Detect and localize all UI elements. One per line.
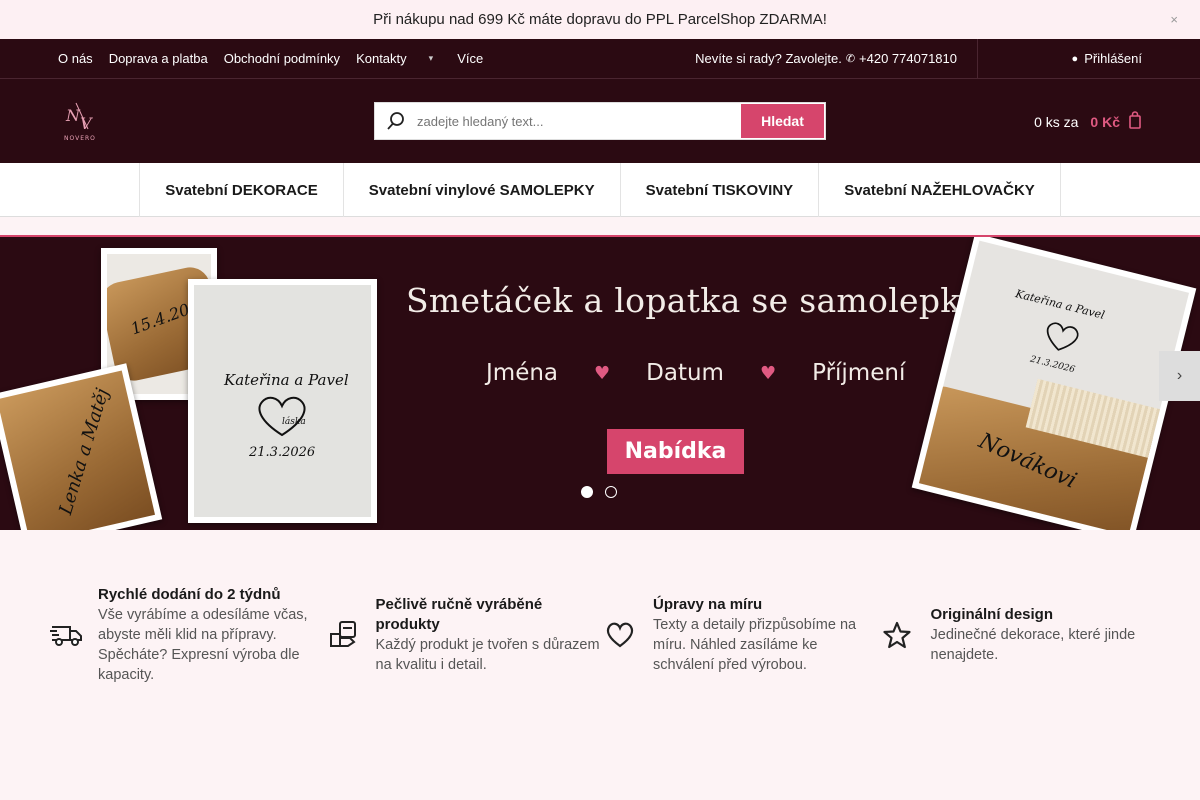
- star-icon: [882, 621, 931, 649]
- svg-text:V: V: [80, 114, 93, 133]
- slider-dot-1[interactable]: [581, 486, 593, 498]
- photo-date2-text: 21.3.2026: [249, 445, 316, 460]
- photo-heart-text: láska: [282, 417, 306, 427]
- search-icon: [375, 111, 417, 131]
- feature-description: Každý produkt je tvořen s důrazem na kva…: [375, 637, 600, 673]
- feature-item: Rychlé dodání do 2 týdnů Vše vyrábíme a …: [50, 585, 328, 685]
- heart-icon: ♥: [759, 362, 777, 384]
- feature-title: Rychlé dodání do 2 týdnů: [98, 586, 281, 603]
- cart[interactable]: 0 ks za 0 Kč: [1034, 111, 1142, 132]
- chevron-down-icon: ▾: [428, 53, 434, 63]
- login-button[interactable]: ● Přihlášení: [977, 38, 1200, 79]
- slider-dots: [581, 486, 617, 498]
- help-text: Nevíte si rady? Zavolejte.: [695, 51, 842, 66]
- user-icon: ●: [1071, 52, 1079, 65]
- photo-brush-dustpan-set: Kateřina a Pavel 21.3.2026 Novákovi: [911, 237, 1197, 530]
- photo-names1-text: Lenka a Matěj: [55, 385, 114, 518]
- promo-bar: Při nákupu nad 699 Kč máte dopravu do PP…: [0, 0, 1200, 39]
- photo-names-text: Kateřina a Pavel: [224, 371, 349, 389]
- login-label: Přihlášení: [1084, 51, 1142, 66]
- more-label: Více: [457, 51, 484, 66]
- tag-names: Jména: [486, 360, 559, 386]
- nav-link-shipping[interactable]: Doprava a platba: [109, 51, 208, 66]
- slider-next-arrow[interactable]: ›: [1159, 351, 1200, 401]
- promo-text: Při nákupu nad 699 Kč máte dopravu do PP…: [373, 11, 827, 28]
- feature-item: Úpravy na míru Texty a detaily přizpůsob…: [605, 585, 883, 685]
- photo-date3-text: 21.3.2026: [1029, 354, 1076, 376]
- search-input[interactable]: [417, 113, 741, 129]
- header: N V NOVERO Hledat 0 ks za 0 Kč: [0, 79, 1200, 163]
- nav-iron-ons[interactable]: Svatební NAŽEHLOVAČKY: [818, 163, 1061, 217]
- truck-icon: [50, 622, 98, 648]
- features-section: Rychlé dodání do 2 týdnů Vše vyrábíme a …: [50, 585, 1160, 685]
- more-menu[interactable]: ▾ Více: [429, 51, 500, 66]
- hero-cta-button[interactable]: Nabídka: [607, 429, 744, 474]
- heart-drawing-small: [1046, 322, 1079, 351]
- cart-icon: [1128, 111, 1142, 132]
- heart-icon: [605, 621, 653, 649]
- feature-description: Texty a detaily přizpůsobíme na míru. Ná…: [653, 617, 857, 673]
- heart-drawing: [258, 396, 306, 437]
- search-bar: Hledat: [374, 102, 826, 140]
- logo-text: NOVERO: [64, 135, 96, 142]
- main-navigation: Svatební DEKORACE Svatební vinylové SAMO…: [0, 163, 1200, 217]
- tag-surname: Příjmení: [812, 360, 906, 386]
- top-navigation: O nás Doprava a platba Obchodní podmínky…: [0, 38, 1200, 79]
- feature-title: Pečlivě ručně vyráběné produkty: [375, 596, 543, 633]
- feature-title: Originální design: [930, 606, 1054, 623]
- heart-icon: ♥: [594, 362, 611, 384]
- feature-item: Pečlivě ručně vyráběné produkty Každý pr…: [328, 585, 606, 685]
- tag-date: Datum: [646, 360, 724, 386]
- search-button[interactable]: Hledat: [741, 104, 824, 138]
- feature-item: Originální design Jedinečné dekorace, kt…: [882, 585, 1161, 685]
- nav-link-about[interactable]: O nás: [58, 51, 93, 66]
- handmade-icon: [328, 620, 376, 650]
- nav-link-terms[interactable]: Obchodní podmínky: [224, 51, 340, 66]
- phone-number: +420 774071810: [859, 51, 957, 66]
- hero-tags: Jména ♥ Datum ♥ Příjmení: [486, 360, 905, 386]
- photo-dustpan: Kateřina a Pavel láska 21.3.2026: [188, 279, 377, 523]
- close-icon[interactable]: ×: [1170, 12, 1178, 27]
- feature-title: Úpravy na míru: [653, 596, 763, 613]
- nav-prints[interactable]: Svatební TISKOVINY: [619, 163, 819, 217]
- chevron-right-icon: ›: [1176, 367, 1183, 384]
- cart-count: 0 ks za: [1034, 113, 1079, 130]
- hero-banner[interactable]: 15.4.2026 Kateřina a Pavel láska 21.3.20…: [0, 235, 1200, 530]
- nav-stickers[interactable]: Svatební vinylové SAMOLEPKY: [342, 163, 620, 217]
- nav-decorations[interactable]: Svatební DEKORACE: [139, 163, 343, 217]
- phone-contact[interactable]: Nevíte si rady? Zavolejte. ✆ +420 774071…: [695, 51, 977, 66]
- feature-description: Jedinečné dekorace, které jinde nenajdet…: [930, 627, 1136, 663]
- logo[interactable]: N V NOVERO: [62, 99, 102, 143]
- slider-dot-2[interactable]: [605, 486, 617, 498]
- nav-link-contacts[interactable]: Kontakty: [356, 51, 407, 66]
- phone-icon: ✆: [845, 53, 856, 65]
- cart-price: 0 Kč: [1090, 113, 1120, 130]
- hero-title: Smetáček a lopatka se samolepkou: [406, 281, 1003, 320]
- photo-names3-text: Kateřina a Pavel: [1014, 287, 1106, 322]
- feature-description: Vše vyrábíme a odesíláme včas, abyste mě…: [98, 607, 308, 683]
